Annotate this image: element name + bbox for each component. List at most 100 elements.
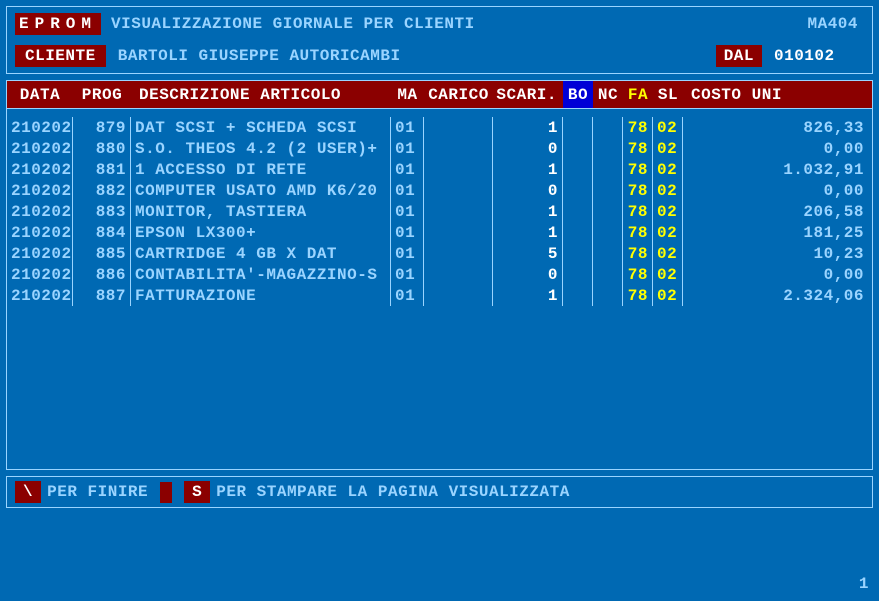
table-header: DATA PROG DESCRIZIONE ARTICOLO MA CARICO… <box>7 81 872 109</box>
cell-ma: 01 <box>391 117 424 138</box>
cell-scari: 0 <box>493 264 563 285</box>
cell-desc: FATTURAZIONE <box>131 285 391 306</box>
cell-fa: 78 <box>623 243 653 264</box>
cell-nc <box>593 222 623 243</box>
cell-scari: 0 <box>493 138 563 159</box>
cell-nc <box>593 243 623 264</box>
col-costo-header[interactable]: COSTO UNI <box>683 81 872 108</box>
col-carico-header[interactable]: CARICO <box>424 81 493 108</box>
table-row[interactable]: 210202879DAT SCSI + SCHEDA SCSI01 1 780282… <box>7 117 872 138</box>
cell-data: 210202 <box>7 264 73 285</box>
table-row[interactable]: 210202886CONTABILITA'-MAGAZZINO-S0107802… <box>7 264 872 285</box>
cell-ma: 01 <box>391 201 424 222</box>
table-row[interactable]: 210202880S.O. THEOS 4.2 (2 USER)+0107802… <box>7 138 872 159</box>
cell-prog: 887 <box>73 285 131 306</box>
page-number: 1 <box>859 575 869 593</box>
col-data-header[interactable]: DATA <box>7 81 73 108</box>
title-row: EPROM VISUALIZZAZIONE GIORNALE PER CLIEN… <box>15 13 864 35</box>
cell-bo <box>563 222 593 243</box>
cell-desc: S.O. THEOS 4.2 (2 USER)+ <box>131 138 391 159</box>
cell-nc <box>593 159 623 180</box>
cell-ma: 01 <box>391 285 424 306</box>
cell-carico <box>424 285 493 306</box>
col-desc-header[interactable]: DESCRIZIONE ARTICOLO <box>131 81 391 108</box>
cell-costo: 0,00 <box>683 138 872 159</box>
cell-carico <box>424 222 493 243</box>
table-row[interactable]: 210202887FATTURAZIONE01178022.324,06 <box>7 285 872 306</box>
table-row[interactable]: 2102028811 ACCESSO DI RETE01178021.032,9… <box>7 159 872 180</box>
cell-sl: 02 <box>653 285 683 306</box>
cell-sl: 02 <box>653 264 683 285</box>
client-name: BARTOLI GIUSEPPE AUTORICAMBI <box>118 47 704 65</box>
cell-carico <box>424 243 493 264</box>
cell-carico <box>424 180 493 201</box>
cell-desc: 1 ACCESSO DI RETE <box>131 159 391 180</box>
cell-sl: 02 <box>653 222 683 243</box>
screen-title: VISUALIZZAZIONE GIORNALE PER CLIENTI <box>111 15 797 33</box>
table-row[interactable]: 210202885CARTRIDGE 4 GB X DAT015780210,2… <box>7 243 872 264</box>
cell-carico <box>424 159 493 180</box>
cell-costo: 0,00 <box>683 180 872 201</box>
cell-bo <box>563 201 593 222</box>
cell-ma: 01 <box>391 243 424 264</box>
table-body[interactable]: 210202879DAT SCSI + SCHEDA SCSI011780282… <box>7 109 872 306</box>
cell-bo <box>563 138 593 159</box>
col-bo-header[interactable]: BO <box>563 81 593 108</box>
cell-scari: 1 <box>493 222 563 243</box>
cell-costo: 2.324,06 <box>683 285 872 306</box>
cell-costo: 206,58 <box>683 201 872 222</box>
col-sl-header[interactable]: SL <box>653 81 683 108</box>
cell-data: 210202 <box>7 117 73 138</box>
table-row[interactable]: 210202884EPSON LX300+0117802181,25 <box>7 222 872 243</box>
cell-fa: 78 <box>623 159 653 180</box>
cell-desc: MONITOR, TASTIERA <box>131 201 391 222</box>
key-back-desc: PER FINIRE <box>47 483 148 501</box>
client-row: CLIENTE BARTOLI GIUSEPPE AUTORICAMBI DAL… <box>15 45 864 67</box>
cell-data: 210202 <box>7 201 73 222</box>
cell-bo <box>563 285 593 306</box>
dal-label: DAL <box>716 45 762 67</box>
cell-fa: 78 <box>623 222 653 243</box>
cell-scari: 1 <box>493 117 563 138</box>
table-row[interactable]: 210202882COMPUTER USATO AMD K6/200107802… <box>7 180 872 201</box>
cell-scari: 1 <box>493 159 563 180</box>
cell-fa: 78 <box>623 117 653 138</box>
cell-desc: DAT SCSI + SCHEDA SCSI <box>131 117 391 138</box>
cell-carico <box>424 138 493 159</box>
cell-prog: 882 <box>73 180 131 201</box>
cell-costo: 181,25 <box>683 222 872 243</box>
col-prog-header[interactable]: PROG <box>73 81 131 108</box>
col-ma-header[interactable]: MA <box>391 81 424 108</box>
cell-fa: 78 <box>623 180 653 201</box>
cell-data: 210202 <box>7 159 73 180</box>
cell-scari: 1 <box>493 201 563 222</box>
header-frame: EPROM VISUALIZZAZIONE GIORNALE PER CLIEN… <box>6 6 873 74</box>
cell-nc <box>593 201 623 222</box>
cell-costo: 826,33 <box>683 117 872 138</box>
footer-frame: \ PER FINIRE S PER STAMPARE LA PAGINA VI… <box>6 476 873 508</box>
footer-separator <box>160 482 172 503</box>
col-fa-header[interactable]: FA <box>623 81 653 108</box>
cell-data: 210202 <box>7 138 73 159</box>
screen-code: MA404 <box>807 15 864 33</box>
cell-carico <box>424 201 493 222</box>
cell-prog: 879 <box>73 117 131 138</box>
key-print[interactable]: S <box>184 481 210 503</box>
cell-data: 210202 <box>7 180 73 201</box>
cell-scari: 5 <box>493 243 563 264</box>
cell-prog: 884 <box>73 222 131 243</box>
table-row[interactable]: 210202883MONITOR, TASTIERA0117802206,58 <box>7 201 872 222</box>
cell-desc: CARTRIDGE 4 GB X DAT <box>131 243 391 264</box>
cell-ma: 01 <box>391 222 424 243</box>
cell-costo: 10,23 <box>683 243 872 264</box>
key-back[interactable]: \ <box>15 481 41 503</box>
cell-prog: 886 <box>73 264 131 285</box>
cell-prog: 881 <box>73 159 131 180</box>
dal-value: 010102 <box>774 47 864 65</box>
col-scari-header[interactable]: SCARI. <box>493 81 563 108</box>
cell-nc <box>593 264 623 285</box>
col-nc-header[interactable]: NC <box>593 81 623 108</box>
cell-sl: 02 <box>653 117 683 138</box>
cell-bo <box>563 159 593 180</box>
cell-sl: 02 <box>653 243 683 264</box>
